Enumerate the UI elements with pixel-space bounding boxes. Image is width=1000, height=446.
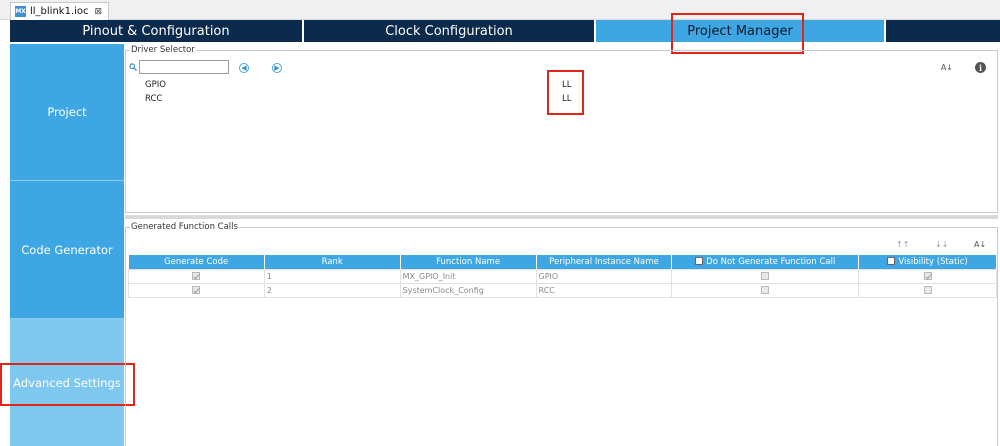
cell-function-name: SystemClock_Config <box>399 282 537 298</box>
cell-peripheral: RCC <box>535 282 673 298</box>
tab-clock-configuration[interactable]: Clock Configuration <box>304 20 596 42</box>
highlight-ll-drivers <box>547 70 584 115</box>
generated-calls-table: Generate Code Rank Function Name Periphe… <box>128 255 997 298</box>
table-row[interactable]: 1 MX_GPIO_Init GPIO <box>128 268 997 284</box>
close-icon[interactable]: ⊠ <box>95 7 103 17</box>
col-generate-code[interactable]: Generate Code <box>128 255 265 269</box>
table-header-row: Generate Code Rank Function Name Periphe… <box>128 255 997 269</box>
driver-selector-title: Driver Selector <box>130 45 196 55</box>
col-function-name[interactable]: Function Name <box>400 255 537 269</box>
header-checkbox[interactable] <box>695 257 704 266</box>
driver-filter-input[interactable] <box>139 60 229 74</box>
next-arrow-icon[interactable]: ▶ <box>272 63 282 73</box>
cell-rank: 2 <box>263 282 401 298</box>
previous-arrow-icon[interactable]: ◀ <box>239 63 249 73</box>
col-do-not-generate-label: Do Not Generate Function Call <box>706 256 836 267</box>
side-item-project[interactable]: Project <box>10 44 124 180</box>
file-tab[interactable]: MX ll_blink1.ioc ⊠ <box>10 2 110 20</box>
do-not-generate-checkbox[interactable] <box>761 272 770 280</box>
visibility-checkbox[interactable] <box>923 272 932 280</box>
cell-rank: 1 <box>263 268 401 284</box>
cell-generate-code[interactable] <box>128 268 265 284</box>
sort-icon[interactable]: A↓ <box>941 63 953 72</box>
side-item-code-generator[interactable]: Code Generator <box>10 181 124 318</box>
generated-calls-title: Generated Function Calls <box>130 222 239 232</box>
generated-function-calls-group: Generated Function Calls ↑↑ ↓↓ A↓ Genera… <box>125 222 998 446</box>
driver-row-name: RCC <box>145 94 163 104</box>
info-icon[interactable]: i <box>975 62 986 73</box>
tab-tools[interactable] <box>886 20 1000 42</box>
main-tabs: Pinout & Configuration Clock Configurati… <box>10 20 1000 42</box>
cell-peripheral: GPIO <box>535 268 673 284</box>
cell-visibility[interactable] <box>858 268 997 284</box>
file-tab-title: ll_blink1.ioc <box>30 6 89 17</box>
cell-generate-code[interactable] <box>128 282 265 298</box>
cell-visibility[interactable] <box>858 282 997 298</box>
search-icon <box>129 63 137 71</box>
editor-tab-bar: MX ll_blink1.ioc ⊠ <box>0 0 1000 20</box>
highlight-project-manager <box>671 13 804 54</box>
sash-divider[interactable] <box>125 215 998 219</box>
header-checkbox[interactable] <box>887 257 896 266</box>
driver-row-name: GPIO <box>145 80 166 90</box>
col-peripheral-instance[interactable]: Peripheral Instance Name <box>536 255 673 269</box>
cell-do-not-generate[interactable] <box>671 282 860 298</box>
generate-code-checkbox[interactable] <box>192 286 201 294</box>
move-down-icon[interactable]: ↓↓ <box>935 240 948 249</box>
col-rank[interactable]: Rank <box>264 255 401 269</box>
col-visibility-label: Visibility (Static) <box>898 256 968 267</box>
table-row[interactable]: 2 SystemClock_Config RCC <box>128 282 997 298</box>
generate-code-checkbox[interactable] <box>192 272 201 280</box>
sort-icon[interactable]: A↓ <box>974 240 986 249</box>
tab-pinout-configuration[interactable]: Pinout & Configuration <box>10 20 304 42</box>
cell-do-not-generate[interactable] <box>671 268 860 284</box>
move-up-icon[interactable]: ↑↑ <box>896 240 909 249</box>
visibility-checkbox[interactable] <box>923 286 932 294</box>
col-do-not-generate[interactable]: Do Not Generate Function Call <box>671 255 860 269</box>
col-visibility[interactable]: Visibility (Static) <box>858 255 997 269</box>
highlight-advanced-settings <box>0 363 135 406</box>
mx-file-icon: MX <box>15 6 26 17</box>
cell-function-name: MX_GPIO_Init <box>399 268 537 284</box>
do-not-generate-checkbox[interactable] <box>761 286 770 294</box>
